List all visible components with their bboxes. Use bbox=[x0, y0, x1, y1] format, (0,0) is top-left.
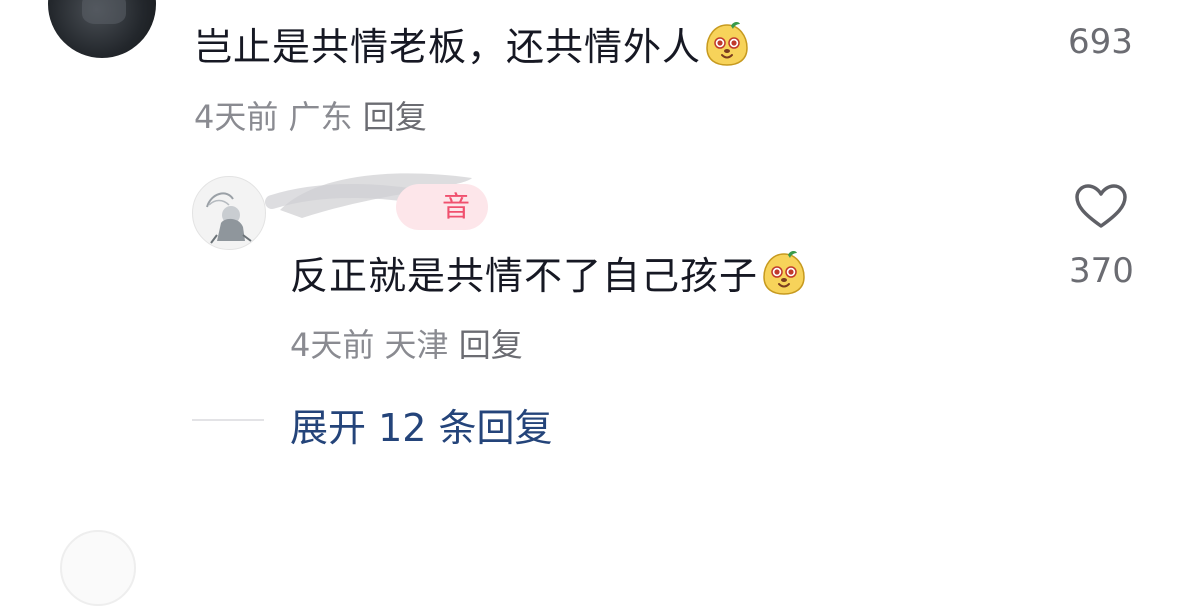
comment-location: 广东 bbox=[288, 98, 353, 136]
expand-replies-button[interactable]: 展开 12 条回复 bbox=[290, 397, 553, 452]
comment-meta: 4天前 广东 回复 bbox=[194, 92, 427, 138]
mango-smile-emoji-icon bbox=[763, 250, 805, 295]
comment-text: 岂止是共情老板，还共情外人 bbox=[194, 16, 751, 71]
commenter-avatar[interactable] bbox=[48, 0, 156, 58]
comment-time: 4天前 bbox=[194, 98, 279, 136]
reply-button[interactable]: 回复 bbox=[459, 326, 523, 364]
like-count: 693 bbox=[1068, 22, 1133, 62]
author-badge: 音 bbox=[396, 184, 488, 230]
comment-body: 岂止是共情老板，还共情外人 bbox=[194, 25, 702, 69]
reply-text: 反正就是共情不了自己孩子 bbox=[290, 245, 808, 300]
next-commenter-avatar[interactable] bbox=[60, 530, 136, 606]
heart-outline-icon[interactable] bbox=[1074, 184, 1128, 230]
reply-meta: 4天前 天津 回复 bbox=[290, 320, 523, 366]
reply-button[interactable]: 回复 bbox=[363, 98, 427, 136]
reply-body: 反正就是共情不了自己孩子 bbox=[290, 254, 759, 298]
divider-line bbox=[192, 419, 264, 421]
reply-avatar[interactable] bbox=[192, 176, 266, 250]
avatar-illustration-icon bbox=[206, 192, 252, 244]
reply-like-count: 370 bbox=[1069, 251, 1134, 291]
mango-smile-emoji-icon bbox=[706, 21, 748, 66]
reply-time: 4天前 bbox=[290, 326, 375, 364]
reply-location: 天津 bbox=[384, 326, 449, 364]
